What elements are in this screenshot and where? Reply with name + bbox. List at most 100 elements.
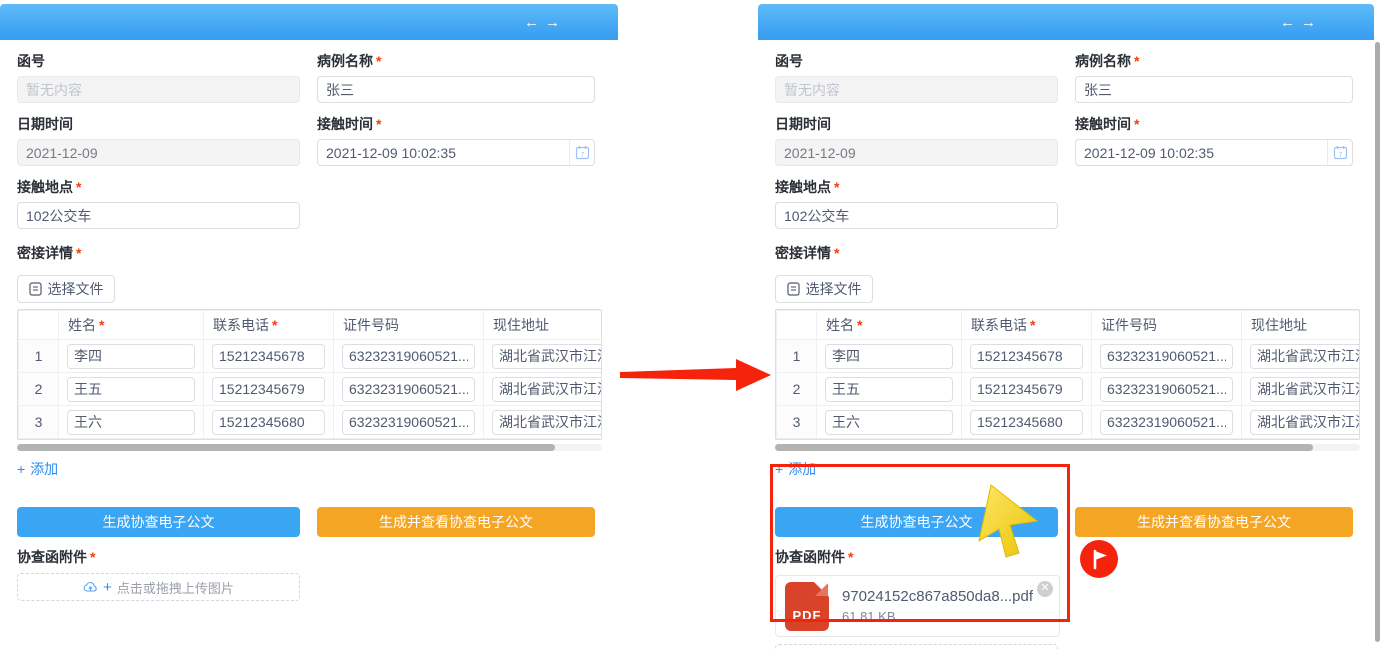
case-name-input[interactable] [317,76,595,103]
name-cell-input[interactable] [67,377,195,402]
contact-place-input[interactable] [775,202,1058,229]
case-name-label: 病例名称* [317,53,595,69]
phone-cell-input[interactable] [970,377,1083,402]
attachment-label: 协查函附件* [775,549,1351,565]
address-cell-input[interactable] [492,410,602,435]
pdf-attachment-card[interactable]: PDF 97024152c867a850da8...pdf 61.81 KB ✕ [775,575,1060,637]
plus-icon: + [775,461,783,477]
upload-dropzone[interactable]: + 点击或拖拽上传图片 [17,573,300,601]
row-index: 1 [777,340,817,373]
col-phone-header: 联系电话* [962,311,1092,340]
calendar-icon[interactable]: 7 [1327,140,1352,165]
table-horizontal-scrollbar[interactable] [775,444,1360,451]
name-cell-input[interactable] [67,410,195,435]
transition-arrow [620,356,772,394]
date-label: 日期时间 [17,116,300,132]
table-header-row: 姓名* 联系电话* 证件号码 现住地址 [19,311,603,340]
scrollbar-thumb[interactable] [17,444,555,451]
col-name-header: 姓名* [59,311,204,340]
close-contact-label: 密接详情* [17,245,595,261]
contact-time-input[interactable] [317,139,595,166]
cursor-pointer-icon [975,483,1045,561]
date-input [17,139,300,166]
row-index: 1 [19,340,59,373]
name-cell-input[interactable] [825,377,953,402]
attachment-label: 协查函附件* [17,549,595,565]
case-name-input[interactable] [1075,76,1353,103]
address-cell-input[interactable] [1250,377,1360,402]
phone-cell-input[interactable] [212,344,325,369]
generate-doc-button[interactable]: 生成协查电子公文 [17,507,300,537]
phone-cell-input[interactable] [212,410,325,435]
phone-cell-input[interactable] [970,410,1083,435]
svg-text:7: 7 [580,152,584,159]
plus-icon: + [17,461,25,477]
letter-no-label: 函号 [775,53,1058,69]
table-row: 2 [19,373,603,406]
click-flag-icon [1080,540,1118,578]
col-id-header: 证件号码 [1092,311,1242,340]
date-label: 日期时间 [775,116,1058,132]
page-vertical-scrollbar[interactable] [1375,42,1380,642]
form-panel-after: ←→ 函号 病例名称* 日期时间 接触时间* [758,0,1374,650]
table-row: 2 [777,373,1361,406]
generate-view-doc-button[interactable]: 生成并查看协查电子公文 [317,507,595,537]
address-cell-input[interactable] [1250,410,1360,435]
address-cell-input[interactable] [1250,344,1360,369]
pdf-filename: 97024152c867a850da8...pdf [842,588,1033,605]
remove-attachment-icon[interactable]: ✕ [1037,581,1053,597]
letter-no-input [17,76,300,103]
table-header-row: 姓名* 联系电话* 证件号码 现住地址 [777,311,1361,340]
screenshot-stage: ←→ 函号 病例名称* 日期时间 接触时间* [0,0,1380,650]
add-row-link[interactable]: +添加 [775,459,816,479]
date-input [775,139,1058,166]
name-cell-input[interactable] [825,344,953,369]
select-file-button[interactable]: 选择文件 [775,275,873,303]
table-horizontal-scrollbar[interactable] [17,444,602,451]
contact-place-input[interactable] [17,202,300,229]
scrollbar-thumb[interactable] [775,444,1313,451]
plus-icon: + [103,579,112,596]
svg-text:7: 7 [1338,152,1342,159]
table-row: 3 [19,406,603,439]
col-phone-header: 联系电话* [204,311,334,340]
letter-no-label: 函号 [17,53,300,69]
id-cell-input[interactable] [342,344,475,369]
id-cell-input[interactable] [342,410,475,435]
form-panel-before: ←→ 函号 病例名称* 日期时间 接触时间* [0,0,618,650]
contact-place-label: 接触地点* [775,179,1058,195]
id-cell-input[interactable] [1100,344,1233,369]
panel-header-bar: ←→ [0,4,618,40]
upload-dropzone[interactable]: + 点击或拖拽上传图片 [775,644,1058,650]
file-icon [29,282,42,296]
letter-no-input [775,76,1058,103]
phone-cell-input[interactable] [212,377,325,402]
calendar-icon[interactable]: 7 [569,140,594,165]
row-index: 3 [19,406,59,439]
id-cell-input[interactable] [1100,377,1233,402]
file-icon [787,282,800,296]
id-cell-input[interactable] [342,377,475,402]
col-name-header: 姓名* [817,311,962,340]
phone-cell-input[interactable] [970,344,1083,369]
panel-header-bar: ←→ [758,4,1374,40]
table-row: 1 [19,340,603,373]
contacts-table: 姓名* 联系电话* 证件号码 现住地址 1 2 [17,309,602,440]
resize-arrows-icon[interactable]: ←→ [1280,14,1322,31]
close-contact-label: 密接详情* [775,245,1351,261]
resize-arrows-icon[interactable]: ←→ [524,14,566,31]
add-row-link[interactable]: +添加 [17,459,58,479]
select-file-button[interactable]: 选择文件 [17,275,115,303]
name-cell-input[interactable] [67,344,195,369]
contact-time-label: 接触时间* [317,116,595,132]
table-row: 3 [777,406,1361,439]
id-cell-input[interactable] [1100,410,1233,435]
contact-time-label: 接触时间* [1075,116,1353,132]
pdf-file-icon: PDF [785,582,829,631]
table-row: 1 [777,340,1361,373]
contact-time-input[interactable] [1075,139,1353,166]
name-cell-input[interactable] [825,410,953,435]
address-cell-input[interactable] [492,377,602,402]
generate-view-doc-button[interactable]: 生成并查看协查电子公文 [1075,507,1353,537]
address-cell-input[interactable] [492,344,602,369]
